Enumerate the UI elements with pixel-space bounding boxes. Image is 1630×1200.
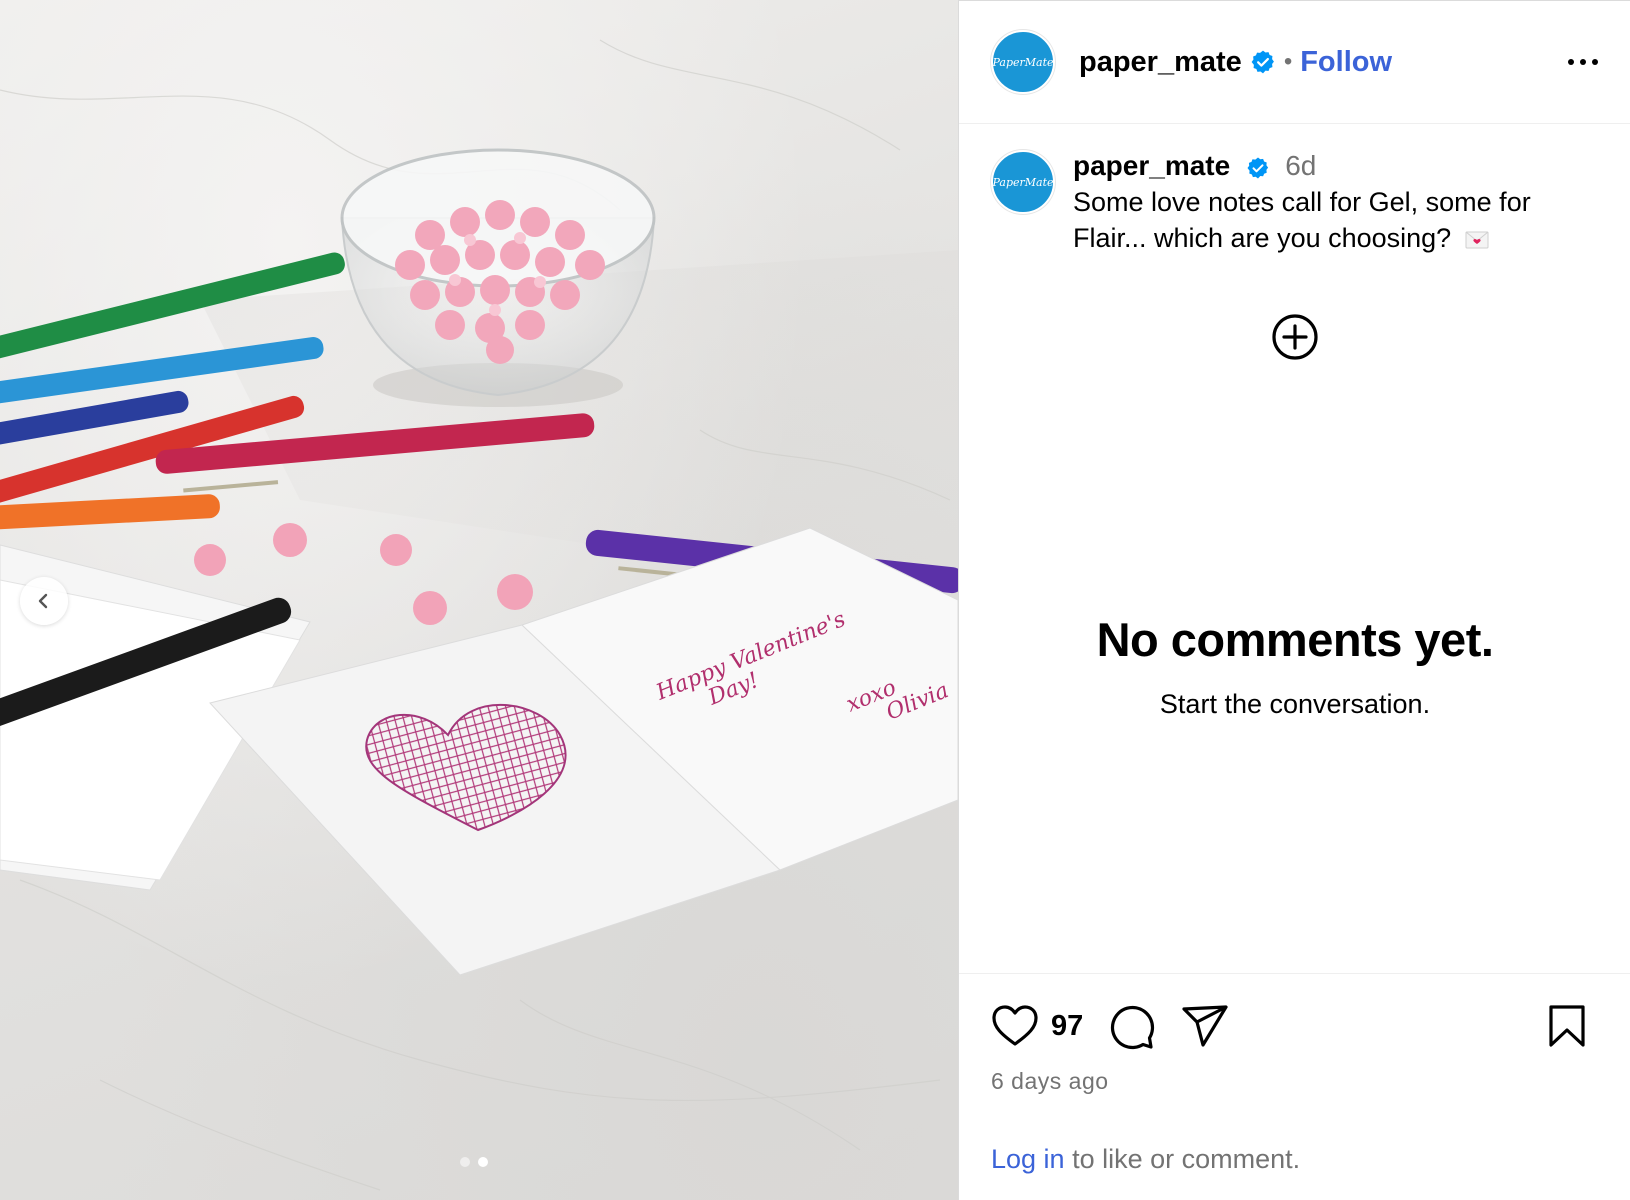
- login-suffix: to like or comment.: [1064, 1144, 1301, 1174]
- separator-dot: •: [1283, 48, 1293, 75]
- caption-username[interactable]: paper_mate: [1073, 150, 1230, 181]
- empty-comments-subtitle: Start the conversation.: [1159, 689, 1431, 719]
- load-more-comments-button[interactable]: [1271, 313, 1319, 366]
- save-button[interactable]: [1547, 1004, 1587, 1048]
- caption-text: Some love notes call for Gel, some for F…: [1073, 187, 1531, 253]
- comment-icon: [1111, 1005, 1155, 1050]
- like-button[interactable]: [991, 1004, 1039, 1048]
- plus-circle-icon: [1272, 314, 1318, 360]
- header-username[interactable]: paper_mate: [1079, 46, 1242, 79]
- carousel-dot-active: [478, 1157, 488, 1167]
- chevron-left-icon: [38, 593, 48, 609]
- caption-avatar[interactable]: PaperMate: [991, 150, 1055, 214]
- verified-badge-icon: [1246, 156, 1270, 180]
- comment-button[interactable]: [1107, 1002, 1155, 1050]
- caption-time[interactable]: 6d: [1285, 150, 1316, 181]
- more-options-icon[interactable]: [1568, 59, 1598, 65]
- avatar-text: PaperMate: [992, 175, 1054, 189]
- empty-comments-title: No comments yet.: [1096, 613, 1494, 666]
- post-timestamp[interactable]: 6 days ago: [959, 1050, 1630, 1095]
- post-image[interactable]: Happy Valentine's Day! xoxo Olivia: [0, 0, 958, 1200]
- post-header: PaperMate paper_mate • Follow: [959, 0, 1630, 124]
- carousel-prev-button[interactable]: [20, 577, 68, 625]
- paper-plane-icon: [1182, 1005, 1228, 1047]
- like-count[interactable]: 97: [1051, 1010, 1083, 1043]
- follow-button[interactable]: Follow: [1300, 46, 1392, 79]
- avatar-text: PaperMate: [992, 55, 1054, 69]
- carousel-dot: [460, 1157, 470, 1167]
- post-side-panel: PaperMate paper_mate • Follow PaperMate …: [958, 0, 1630, 1200]
- valentine-card: Happy Valentine's Day! xoxo Olivia: [209, 527, 958, 976]
- empty-comments: No comments yet. Start the conversation.: [959, 612, 1630, 720]
- heart-icon: [992, 1005, 1038, 1046]
- share-button[interactable]: [1181, 1002, 1229, 1050]
- post-photo: Happy Valentine's Day! xoxo Olivia: [0, 39, 958, 1191]
- carousel-indicator: [460, 1157, 488, 1167]
- bookmark-icon: [1549, 1005, 1585, 1047]
- caption: PaperMate paper_mate 6d Some love notes …: [959, 124, 1630, 258]
- love-letter-icon: [1465, 222, 1489, 258]
- verified-badge-icon: [1250, 49, 1276, 75]
- avatar[interactable]: PaperMate: [991, 30, 1055, 94]
- login-prompt: Log in to like or comment.: [991, 1144, 1300, 1175]
- action-bar: 97 6 days ago Log in to like or comment.: [959, 973, 1630, 1200]
- login-link[interactable]: Log in: [991, 1144, 1065, 1174]
